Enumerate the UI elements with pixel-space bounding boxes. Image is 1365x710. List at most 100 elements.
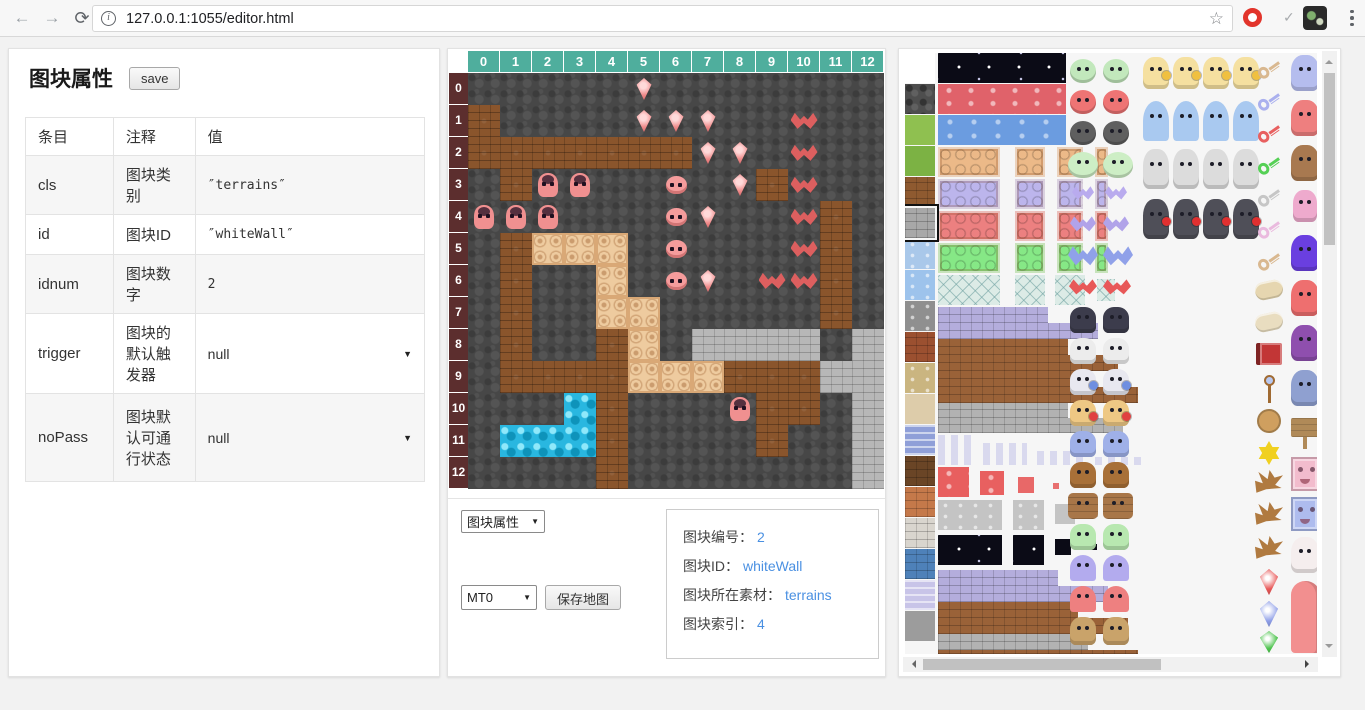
map-cell-10-10[interactable] bbox=[788, 393, 820, 425]
palette-tile[interactable] bbox=[905, 332, 935, 362]
palette-tile[interactable] bbox=[1070, 400, 1096, 426]
bookmark-star-icon[interactable]: ☆ bbox=[1209, 9, 1224, 29]
map-cell-12-10[interactable] bbox=[852, 393, 884, 425]
map-cell-9-3[interactable] bbox=[756, 169, 788, 201]
palette-tile[interactable] bbox=[938, 634, 1088, 650]
map-cell-12-0[interactable] bbox=[852, 73, 884, 105]
map-cell-10-1[interactable] bbox=[788, 105, 820, 137]
palette-tile[interactable] bbox=[1103, 431, 1129, 457]
map-cell-3-3[interactable] bbox=[564, 169, 596, 201]
map-cell-3-8[interactable] bbox=[564, 329, 596, 361]
map-cell-5-7[interactable] bbox=[628, 297, 660, 329]
edit-mode-select[interactable]: 图块属性▼ bbox=[461, 510, 545, 533]
map-cell-12-4[interactable] bbox=[852, 201, 884, 233]
palette-tile[interactable] bbox=[1291, 415, 1317, 449]
map-cell-5-6[interactable] bbox=[628, 265, 660, 297]
palette-tile[interactable] bbox=[1103, 152, 1133, 178]
map-grid[interactable] bbox=[468, 73, 884, 489]
palette-tile[interactable] bbox=[1015, 147, 1045, 177]
map-cell-9-5[interactable] bbox=[756, 233, 788, 265]
map-cell-9-4[interactable] bbox=[756, 201, 788, 233]
map-cell-7-12[interactable] bbox=[692, 457, 724, 489]
map-cell-8-6[interactable] bbox=[724, 265, 756, 297]
map-cell-1-3[interactable] bbox=[500, 169, 532, 201]
palette-tile[interactable] bbox=[1255, 470, 1283, 494]
map-cell-12-9[interactable] bbox=[852, 361, 884, 393]
map-cell-1-12[interactable] bbox=[500, 457, 532, 489]
map-cell-0-2[interactable] bbox=[468, 137, 500, 169]
palette-tile[interactable] bbox=[905, 239, 935, 269]
palette-tile[interactable] bbox=[1068, 152, 1098, 178]
map-cell-2-6[interactable] bbox=[532, 265, 564, 297]
palette-tile[interactable] bbox=[1103, 400, 1129, 426]
palette-tile[interactable] bbox=[1257, 441, 1281, 465]
map-cell-8-2[interactable] bbox=[724, 137, 756, 169]
palette-tile[interactable] bbox=[1015, 179, 1045, 209]
map-cell-2-7[interactable] bbox=[532, 297, 564, 329]
map-cell-10-8[interactable] bbox=[788, 329, 820, 361]
palette-tile[interactable] bbox=[905, 394, 935, 424]
palette-tile[interactable] bbox=[905, 301, 935, 331]
map-cell-8-4[interactable] bbox=[724, 201, 756, 233]
map-cell-4-2[interactable] bbox=[596, 137, 628, 169]
map-cell-2-1[interactable] bbox=[532, 105, 564, 137]
palette-tile[interactable] bbox=[905, 611, 935, 641]
palette-tile[interactable] bbox=[1103, 462, 1129, 488]
palette-tile[interactable] bbox=[905, 177, 935, 207]
map-cell-8-7[interactable] bbox=[724, 297, 756, 329]
map-cell-3-9[interactable] bbox=[564, 361, 596, 393]
map-cell-3-0[interactable] bbox=[564, 73, 596, 105]
map-cell-11-10[interactable] bbox=[820, 393, 852, 425]
palette-tile[interactable] bbox=[1291, 145, 1317, 181]
map-cell-1-9[interactable] bbox=[500, 361, 532, 393]
map-cell-5-12[interactable] bbox=[628, 457, 660, 489]
map-cell-12-1[interactable] bbox=[852, 105, 884, 137]
palette-tile[interactable] bbox=[905, 425, 935, 455]
map-cell-6-2[interactable] bbox=[660, 137, 692, 169]
map-cell-0-9[interactable] bbox=[468, 361, 500, 393]
map-cell-11-9[interactable] bbox=[820, 361, 852, 393]
palette-tile[interactable] bbox=[938, 179, 1000, 209]
palette-tile[interactable] bbox=[1070, 59, 1096, 83]
palette-tile[interactable] bbox=[1103, 369, 1129, 395]
map-cell-10-5[interactable] bbox=[788, 233, 820, 265]
map-cell-0-5[interactable] bbox=[468, 233, 500, 265]
palette-tile[interactable] bbox=[1291, 370, 1317, 406]
palette-tile[interactable] bbox=[1291, 581, 1317, 653]
map-cell-7-7[interactable] bbox=[692, 297, 724, 329]
palette-tile[interactable] bbox=[1018, 477, 1034, 493]
prop-value-select-trigger[interactable]: null▼ bbox=[208, 346, 412, 362]
palette-tile[interactable] bbox=[1070, 369, 1096, 395]
map-cell-5-4[interactable] bbox=[628, 201, 660, 233]
palette-tile[interactable] bbox=[1070, 90, 1096, 114]
map-cell-3-6[interactable] bbox=[564, 265, 596, 297]
palette-tile[interactable] bbox=[1105, 186, 1127, 200]
forward-icon[interactable]: → bbox=[40, 6, 64, 30]
map-cell-4-1[interactable] bbox=[596, 105, 628, 137]
map-cell-1-5[interactable] bbox=[500, 233, 532, 265]
horizontal-scrollbar[interactable] bbox=[903, 657, 1318, 672]
map-cell-11-3[interactable] bbox=[820, 169, 852, 201]
palette-tile[interactable] bbox=[1257, 375, 1281, 403]
map-cell-11-1[interactable] bbox=[820, 105, 852, 137]
map-cell-9-0[interactable] bbox=[756, 73, 788, 105]
map-cell-2-3[interactable] bbox=[532, 169, 564, 201]
vertical-scroll-thumb[interactable] bbox=[1324, 73, 1335, 245]
map-cell-5-0[interactable] bbox=[628, 73, 660, 105]
palette-tile[interactable] bbox=[1070, 555, 1096, 581]
palette-tile[interactable] bbox=[1291, 100, 1317, 136]
map-cell-7-2[interactable] bbox=[692, 137, 724, 169]
palette-tile[interactable] bbox=[1015, 243, 1045, 273]
map-cell-9-2[interactable] bbox=[756, 137, 788, 169]
palette-tile[interactable] bbox=[938, 467, 969, 497]
palette-tile[interactable] bbox=[938, 53, 1066, 83]
map-cell-6-10[interactable] bbox=[660, 393, 692, 425]
map-cell-2-8[interactable] bbox=[532, 329, 564, 361]
map-cell-10-0[interactable] bbox=[788, 73, 820, 105]
map-cell-4-12[interactable] bbox=[596, 457, 628, 489]
palette-tile[interactable] bbox=[1143, 149, 1169, 189]
palette-tile[interactable] bbox=[905, 456, 935, 486]
map-cell-12-8[interactable] bbox=[852, 329, 884, 361]
scroll-up-icon[interactable] bbox=[1325, 56, 1333, 64]
browser-menu-icon[interactable] bbox=[1345, 7, 1359, 29]
